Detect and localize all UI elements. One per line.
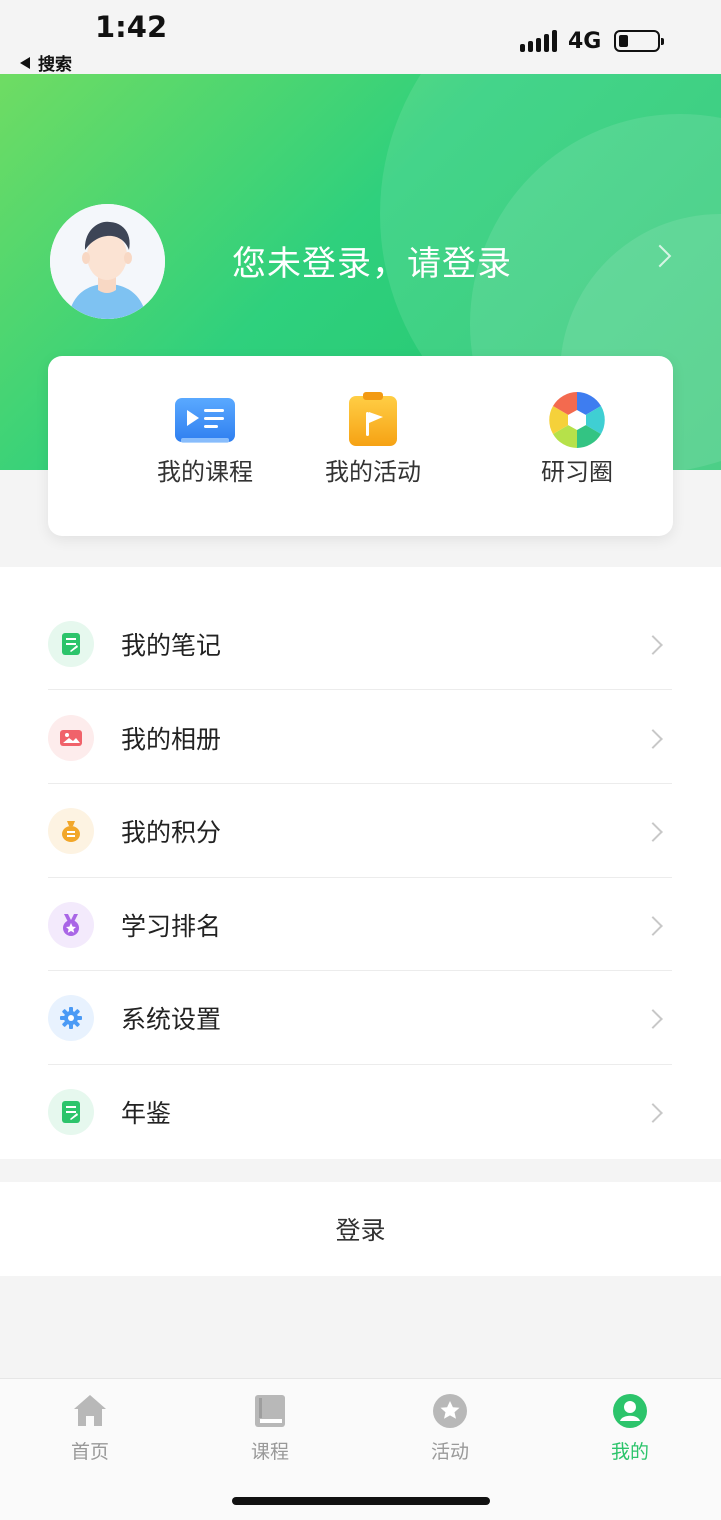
menu-item-my-album[interactable]: 我的相册 — [48, 691, 672, 785]
tab-label: 我的 — [610, 1441, 649, 1463]
tab-label: 首页 — [70, 1441, 109, 1463]
yearbook-icon — [48, 1089, 94, 1135]
chevron-right-icon — [643, 1009, 663, 1029]
quick-action-label: 我的课程 — [157, 458, 253, 486]
login-button[interactable]: 登录 — [0, 1182, 721, 1276]
user-circle-icon — [612, 1393, 648, 1429]
home-indicator[interactable] — [232, 1497, 490, 1505]
menu-item-label: 系统设置 — [121, 1005, 222, 1034]
status-bar: 1:42 搜索 4G — [0, 0, 721, 75]
menu-item-label: 学习排名 — [121, 912, 222, 941]
menu-item-my-notes[interactable]: 我的笔记 — [48, 597, 672, 691]
quick-action-study-circle[interactable]: 研习圈 — [502, 392, 652, 487]
home-icon — [72, 1393, 108, 1429]
tab-label: 活动 — [430, 1441, 469, 1463]
menu-item-system-settings[interactable]: 系统设置 — [48, 971, 672, 1065]
back-arrow-icon — [20, 56, 30, 69]
menu-item-label: 我的相册 — [121, 725, 222, 754]
default-avatar-icon — [50, 204, 165, 319]
menu-item-my-points[interactable]: 我的积分 — [48, 784, 672, 878]
points-bag-icon — [48, 808, 94, 854]
chevron-right-icon — [643, 729, 663, 749]
star-circle-icon — [432, 1393, 468, 1429]
aperture-circle-icon — [545, 392, 609, 448]
menu-item-label: 我的笔记 — [121, 631, 222, 660]
tab-home[interactable]: 首页 — [30, 1393, 150, 1464]
activity-clipboard-flag-icon — [341, 392, 405, 448]
network-type: 4G — [568, 29, 602, 54]
divider — [48, 689, 672, 690]
photo-album-icon — [48, 715, 94, 761]
login-button-label: 登录 — [335, 1216, 386, 1245]
quick-action-label: 研习圈 — [541, 458, 613, 486]
login-prompt[interactable]: 您未登录，请登录 — [232, 236, 512, 285]
medal-icon — [48, 902, 94, 948]
chevron-right-icon — [643, 822, 663, 842]
quick-action-label: 我的活动 — [325, 458, 421, 486]
menu-item-yearbook[interactable]: 年鉴 — [48, 1065, 672, 1159]
gear-icon — [48, 995, 94, 1041]
menu-list: 我的笔记 我的相册 我的积分 学习排名 系统设置 年鉴 — [0, 567, 721, 1159]
tab-mine[interactable]: 我的 — [570, 1393, 690, 1464]
menu-item-study-ranking[interactable]: 学习排名 — [48, 878, 672, 972]
back-label: 搜索 — [38, 55, 72, 75]
battery-icon — [614, 30, 664, 52]
menu-item-label: 年鉴 — [121, 1099, 172, 1128]
quick-action-my-courses[interactable]: 我的课程 — [130, 392, 280, 487]
signal-icon — [520, 30, 557, 52]
menu-item-label: 我的积分 — [121, 818, 222, 847]
quick-actions-card: 我的课程 我的活动 研习圈 — [48, 356, 673, 536]
chevron-right-icon — [643, 1103, 663, 1123]
tab-courses[interactable]: 课程 — [210, 1393, 330, 1464]
quick-action-my-activities[interactable]: 我的活动 — [298, 392, 448, 487]
back-to-search-link[interactable]: 搜索 — [20, 50, 72, 75]
status-time: 1:42 — [95, 10, 168, 44]
tab-label: 课程 — [250, 1441, 289, 1463]
book-icon — [252, 1393, 288, 1429]
chevron-right-icon — [643, 635, 663, 655]
note-icon — [48, 621, 94, 667]
avatar[interactable] — [50, 204, 165, 319]
chevron-right-icon — [643, 916, 663, 936]
tab-activities[interactable]: 活动 — [390, 1393, 510, 1464]
course-video-icon — [173, 392, 237, 448]
